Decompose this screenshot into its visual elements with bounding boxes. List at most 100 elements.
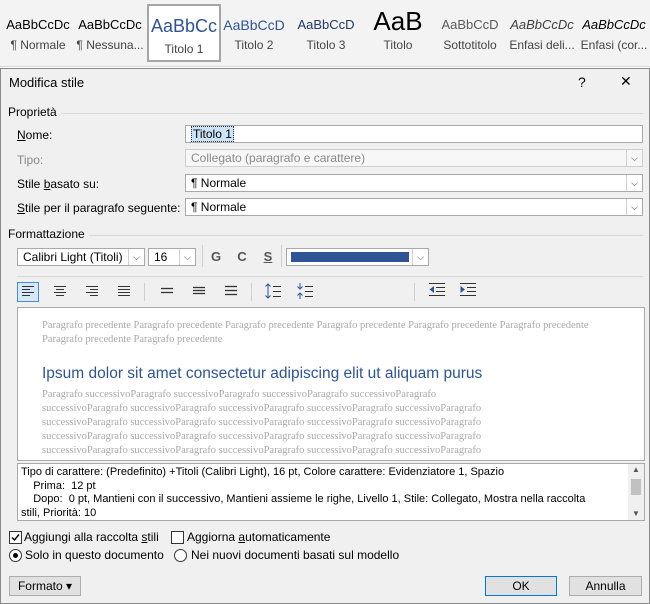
style-label: Titolo 2 <box>234 38 274 52</box>
section-format: Formattazione <box>8 227 85 241</box>
divider <box>61 113 643 114</box>
separator <box>281 245 282 267</box>
chevron-down-icon: ⌵ <box>128 249 144 265</box>
close-button[interactable]: ✕ <box>620 73 632 90</box>
type-value: Collegato (paragrafo e carattere) <box>191 151 366 165</box>
separator <box>414 283 415 301</box>
font-color-swatch <box>291 252 409 262</box>
italic-button[interactable]: C <box>231 247 253 267</box>
description-scrollbar[interactable]: ▲ ▼ <box>628 464 644 520</box>
preview-next-line: Paragrafo successivoParagrafo successivo… <box>42 389 437 400</box>
style-preview: AaBbCc <box>150 16 218 36</box>
next-value: ¶ Normale <box>191 200 247 214</box>
style-label: Titolo 1 <box>164 42 204 56</box>
align-left-icon[interactable] <box>17 282 39 302</box>
style-preview: AaBbCcD <box>441 17 499 32</box>
style-label: Titolo <box>383 38 413 52</box>
separator <box>144 283 145 301</box>
double-spacing-icon[interactable] <box>220 282 242 302</box>
ok-button[interactable]: OK <box>485 576 557 596</box>
chevron-down-icon: ⌵ <box>412 249 428 265</box>
preview-next-line: successivoParagrafo successivoParagrafo … <box>42 445 482 456</box>
only-document-radio[interactable] <box>9 549 22 562</box>
gallery-style-sottotitolo[interactable]: AaBbCcD Sottotitolo <box>435 2 505 60</box>
separator <box>251 283 252 301</box>
type-select[interactable]: Collegato (paragrafo e carattere) ⌵ <box>185 149 643 167</box>
style-preview: AaBbCcD <box>223 17 285 33</box>
style-preview: AaBbCcD <box>297 17 355 32</box>
preview-next-line: successivoParagrafo successivoParagrafo … <box>42 431 482 442</box>
style-gallery: AaBbCcDc ¶ Normale AaBbCcDc ¶ Nessuna...… <box>0 0 650 67</box>
divider <box>89 235 643 236</box>
decrease-spacing-icon[interactable] <box>294 282 316 302</box>
format-button[interactable]: Formato ▾ <box>9 576 81 596</box>
underline-button[interactable]: S <box>257 247 279 267</box>
single-spacing-icon[interactable] <box>156 282 178 302</box>
align-center-icon[interactable] <box>49 282 71 302</box>
help-button[interactable]: ? <box>578 74 586 90</box>
increase-spacing-icon[interactable] <box>262 282 284 302</box>
one-half-spacing-icon[interactable] <box>188 282 210 302</box>
font-select[interactable]: Calibri Light (Titoli) ⌵ <box>17 248 145 266</box>
chevron-down-icon: ⌵ <box>626 150 642 166</box>
style-label: Sottotitolo <box>443 38 497 52</box>
cancel-button[interactable]: Annulla <box>569 576 642 596</box>
name-label: Nome: <box>17 128 53 142</box>
style-preview: AaBbCcDc <box>6 17 70 32</box>
style-preview: AaBbCcDc <box>510 17 574 32</box>
based-label: Stile basato su: <box>17 177 100 191</box>
description-line: Dopo: 0 pt, Mantieni con il successivo, … <box>21 493 586 505</box>
gallery-style-titolo3[interactable]: AaBbCcD Titolo 3 <box>291 2 361 60</box>
divider <box>17 276 643 277</box>
scroll-thumb[interactable] <box>631 479 641 495</box>
style-label: ¶ Normale <box>10 38 66 52</box>
size-select[interactable]: 16 ⌵ <box>148 248 196 266</box>
chevron-down-icon: ⌵ <box>179 249 195 265</box>
dialog-title: Modifica stile <box>9 75 85 90</box>
gallery-style-titolo[interactable]: AaB Titolo <box>363 2 433 60</box>
modify-style-dialog: Modifica stile ? ✕ Proprietà Nome: Titol… <box>0 68 650 604</box>
style-label: Enfasi (cor... <box>580 38 648 52</box>
style-label: Enfasi deli... <box>509 38 575 52</box>
justify-icon[interactable] <box>113 282 135 302</box>
gallery-style-titolo2[interactable]: AaBbCcD Titolo 2 <box>219 2 289 60</box>
auto-update-label: Aggiorna automaticamente <box>187 530 331 544</box>
gallery-style-enfasi-corsivo[interactable]: AaBbCcDc Enfasi (cor... <box>579 2 649 60</box>
only-document-label: Solo in questo documento <box>25 548 164 562</box>
auto-update-checkbox[interactable] <box>171 531 184 544</box>
style-description: Tipo di carattere: (Predefinito) +Titoli… <box>17 463 645 521</box>
name-input[interactable]: Titolo 1 <box>185 125 643 143</box>
style-preview-pane: Paragrafo precedente Paragrafo precedent… <box>17 307 645 461</box>
separator <box>202 245 203 267</box>
description-line: Prima: 12 pt <box>21 479 96 492</box>
gallery-style-enfasi-delicata[interactable]: AaBbCcDc Enfasi deli... <box>507 2 577 60</box>
preview-next-line: successivoParagrafo successivoParagrafo … <box>42 403 482 414</box>
align-right-icon[interactable] <box>81 282 103 302</box>
scroll-down-icon[interactable]: ▼ <box>628 508 644 520</box>
based-value: ¶ Normale <box>191 176 247 190</box>
new-documents-label: Nei nuovi documenti basati sul modello <box>191 548 400 562</box>
based-on-select[interactable]: ¶ Normale ⌵ <box>185 174 643 192</box>
gallery-style-nessuna[interactable]: AaBbCcDc ¶ Nessuna... <box>75 2 145 60</box>
increase-indent-icon[interactable] <box>457 282 479 302</box>
gallery-style-normale[interactable]: AaBbCcDc ¶ Normale <box>3 2 73 60</box>
chevron-down-icon: ⌵ <box>626 199 642 215</box>
bold-button[interactable]: G <box>205 247 227 267</box>
decrease-indent-icon[interactable] <box>426 282 448 302</box>
description-line: stili, Priorità: 10 <box>21 506 97 519</box>
new-documents-radio[interactable] <box>174 549 187 562</box>
font-value: Calibri Light (Titoli) <box>23 250 123 264</box>
section-properties: Proprietà <box>8 105 57 119</box>
style-label: Titolo 3 <box>306 38 346 52</box>
style-preview: AaB <box>373 6 423 36</box>
next-style-select[interactable]: ¶ Normale ⌵ <box>185 198 643 216</box>
name-value: Titolo 1 <box>191 126 234 142</box>
preview-previous-paragraph: Paragrafo precedente Paragrafo precedent… <box>42 320 589 345</box>
description-line: Tipo di carattere: (Predefinito) +Titoli… <box>21 466 505 478</box>
style-preview: AaBbCcDc <box>582 17 646 32</box>
add-to-gallery-checkbox[interactable] <box>9 531 22 544</box>
scroll-up-icon[interactable]: ▲ <box>628 464 644 476</box>
gallery-style-titolo1[interactable]: AaBbCc Titolo 1 <box>147 4 221 62</box>
preview-heading: Ipsum dolor sit amet consectetur adipisc… <box>42 365 483 382</box>
font-color-select[interactable]: ⌵ <box>286 248 429 266</box>
